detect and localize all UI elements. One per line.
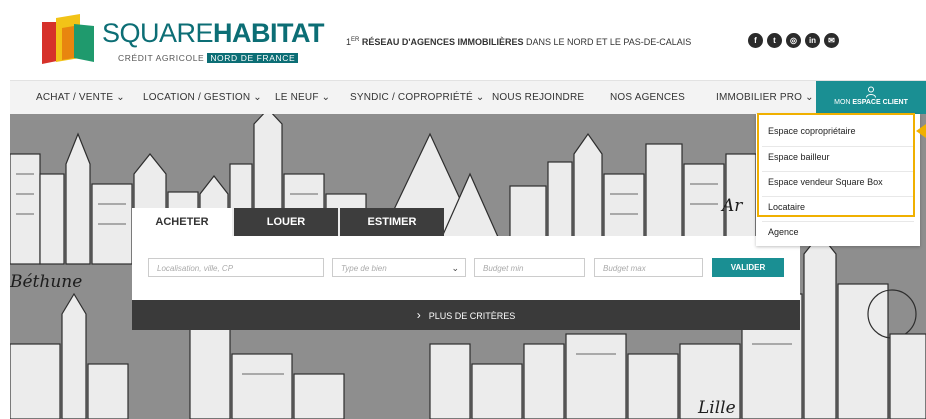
social-links: f t ◎ in ✉	[748, 33, 839, 48]
brand-name: SQUAREHABITAT	[102, 18, 325, 49]
header: SQUAREHABITAT CRÉDIT AGRICOLE NORD DE FRA…	[10, 0, 926, 80]
budget-max-input[interactable]: Budget max	[594, 258, 703, 277]
nav-item-nos-agences[interactable]: NOS AGENCES	[610, 92, 685, 103]
page: SQUAREHABITAT CRÉDIT AGRICOLE NORD DE FRA…	[10, 0, 926, 419]
menu-item-agence[interactable]: Agence	[768, 227, 799, 237]
highlight-box	[757, 113, 915, 217]
logo-mark-icon	[42, 14, 94, 64]
budget-min-input[interactable]: Budget min	[474, 258, 585, 277]
main-nav: ACHAT / VENTE ⌄ LOCATION / GESTION ⌄ LE …	[10, 80, 926, 115]
brand-name-part2: HABITAT	[213, 18, 325, 48]
tab-estimer[interactable]: ESTIMER	[340, 208, 444, 236]
brand-name-part1: SQUARE	[102, 18, 214, 48]
property-type-select[interactable]: Type de bien ⌄	[332, 258, 466, 277]
linkedin-icon[interactable]: in	[805, 33, 820, 48]
nav-item-nous-rejoindre[interactable]: NOUS REJOINDRE	[492, 92, 584, 103]
tab-acheter[interactable]: ACHETER	[132, 208, 232, 236]
espace-client-bold: ESPACE CLIENT	[852, 99, 908, 106]
chevron-down-icon: ⌄	[451, 263, 459, 273]
city-label-lille: Lille	[698, 398, 736, 418]
tab-louer[interactable]: LOUER	[234, 208, 338, 236]
instagram-icon[interactable]: ◎	[786, 33, 801, 48]
mail-icon[interactable]: ✉	[824, 33, 839, 48]
nav-item-le-neuf[interactable]: LE NEUF ⌄	[275, 92, 330, 103]
search-panel: Localisation, ville, CP Type de bien ⌄ B…	[132, 236, 800, 300]
logo[interactable]: SQUAREHABITAT CRÉDIT AGRICOLE NORD DE FRA…	[40, 14, 325, 68]
brand-subtitle: CRÉDIT AGRICOLE NORD DE FRANCE	[118, 53, 299, 63]
twitter-icon[interactable]: t	[767, 33, 782, 48]
city-label-bethune: Béthune	[10, 272, 83, 292]
nav-item-syndic[interactable]: SYNDIC / COPROPRIÉTÉ ⌄	[350, 92, 484, 103]
tagline-bold: RÉSEAU D'AGENCES IMMOBILIÈRES	[359, 37, 524, 47]
tagline: 1ER RÉSEAU D'AGENCES IMMOBILIÈRES DANS L…	[346, 37, 691, 47]
property-type-placeholder: Type de bien	[341, 264, 387, 273]
brand-sub-part2: NORD DE FRANCE	[207, 53, 299, 63]
espace-client-label: MON ESPACE CLIENT	[816, 99, 926, 106]
user-icon	[866, 86, 876, 98]
city-label-partial: Ar	[722, 196, 743, 216]
espace-client-button[interactable]: MON ESPACE CLIENT	[816, 81, 926, 115]
chevron-right-icon: ›	[416, 308, 421, 322]
more-criteria-label: PLUS DE CRITÈRES	[428, 311, 516, 321]
more-criteria-button[interactable]: › PLUS DE CRITÈRES	[132, 300, 800, 330]
nav-item-location-gestion[interactable]: LOCATION / GESTION ⌄	[143, 92, 262, 103]
brand-sub-part1: CRÉDIT AGRICOLE	[118, 53, 205, 63]
nav-item-achat-vente[interactable]: ACHAT / VENTE ⌄	[36, 92, 125, 103]
espace-client-prefix: MON	[834, 99, 853, 106]
divider	[762, 221, 914, 222]
validate-button[interactable]: VALIDER	[712, 258, 784, 277]
location-input[interactable]: Localisation, ville, CP	[148, 258, 324, 277]
pointer-arrow-icon	[916, 124, 926, 138]
facebook-icon[interactable]: f	[748, 33, 763, 48]
nav-item-immobilier-pro[interactable]: IMMOBILIER PRO ⌄	[716, 92, 814, 103]
tagline-rest: DANS LE NORD ET LE PAS-DE-CALAIS	[523, 37, 692, 47]
